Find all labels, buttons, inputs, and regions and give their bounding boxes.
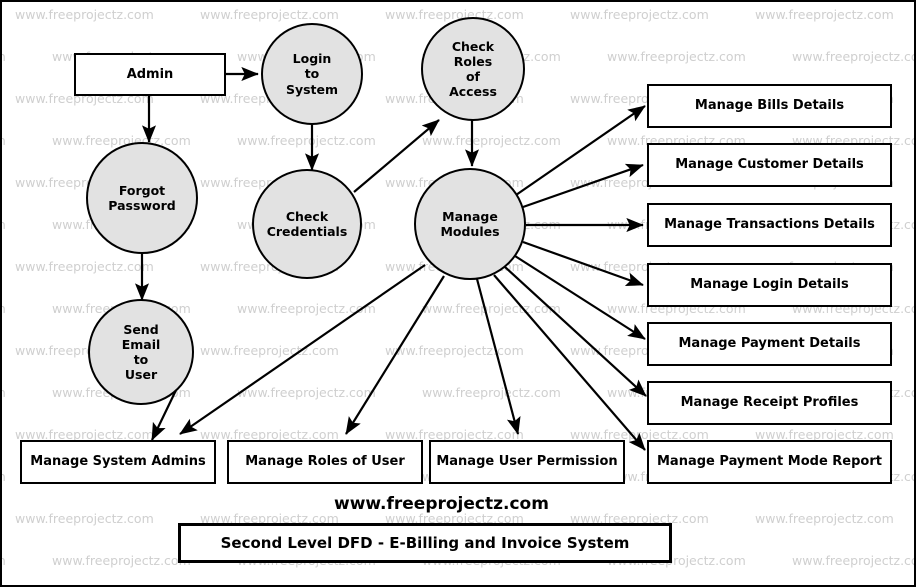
store-manage-user-permission-label: Manage User Permission (436, 454, 618, 470)
entity-admin[interactable]: Admin (74, 53, 226, 96)
store-manage-roles-of-user[interactable]: Manage Roles of User (227, 440, 423, 484)
process-send-email-to-user[interactable]: Send Email to User (88, 299, 194, 405)
store-manage-system-admins[interactable]: Manage System Admins (20, 440, 216, 484)
store-manage-transactions-details-label: Manage Transactions Details (664, 217, 875, 233)
diagram-title-box: Second Level DFD - E-Billing and Invoice… (178, 523, 672, 563)
process-manage-modules-label: Manage Modules (440, 208, 500, 239)
diagram-title-label: Second Level DFD - E-Billing and Invoice… (220, 534, 630, 552)
process-forgot-password-label: Forgot Password (108, 182, 176, 213)
process-check-credentials[interactable]: Check Credentials (252, 169, 362, 279)
store-manage-login-details-label: Manage Login Details (690, 277, 849, 293)
entity-admin-label: Admin (126, 66, 174, 82)
store-manage-bills-details[interactable]: Manage Bills Details (647, 84, 892, 128)
store-manage-roles-of-user-label: Manage Roles of User (245, 454, 405, 470)
store-manage-payment-mode-report[interactable]: Manage Payment Mode Report (647, 440, 892, 484)
dfd-nodes: Admin Login to System Check Roles of Access F… (2, 2, 914, 585)
store-manage-system-admins-label: Manage System Admins (30, 454, 206, 470)
store-manage-receipt-profiles-label: Manage Receipt Profiles (680, 395, 859, 411)
process-send-email-to-user-label: Send Email to User (121, 321, 161, 383)
store-manage-customer-details-label: Manage Customer Details (675, 157, 864, 173)
store-manage-user-permission[interactable]: Manage User Permission (429, 440, 625, 484)
store-manage-payment-details[interactable]: Manage Payment Details (647, 322, 892, 366)
process-login-to-system-label: Login to System (285, 51, 339, 97)
process-forgot-password[interactable]: Forgot Password (86, 142, 198, 254)
store-manage-payment-mode-report-label: Manage Payment Mode Report (657, 454, 882, 470)
dfd-canvas: www.freeprojectz.com www.freeprojectz.com… (0, 0, 916, 587)
store-manage-bills-details-label: Manage Bills Details (694, 98, 845, 114)
process-check-roles-of-access[interactable]: Check Roles of Access (421, 17, 525, 121)
site-credit-text: www.freeprojectz.com (334, 494, 549, 514)
store-manage-customer-details[interactable]: Manage Customer Details (647, 143, 892, 187)
process-check-credentials-label: Check Credentials (266, 208, 348, 239)
process-manage-modules[interactable]: Manage Modules (414, 168, 526, 280)
store-manage-payment-details-label: Manage Payment Details (678, 336, 861, 352)
process-login-to-system[interactable]: Login to System (261, 23, 363, 125)
store-manage-receipt-profiles[interactable]: Manage Receipt Profiles (647, 381, 892, 425)
store-manage-transactions-details[interactable]: Manage Transactions Details (647, 203, 892, 247)
store-manage-login-details[interactable]: Manage Login Details (647, 263, 892, 307)
process-check-roles-of-access-label: Check Roles of Access (449, 38, 497, 100)
